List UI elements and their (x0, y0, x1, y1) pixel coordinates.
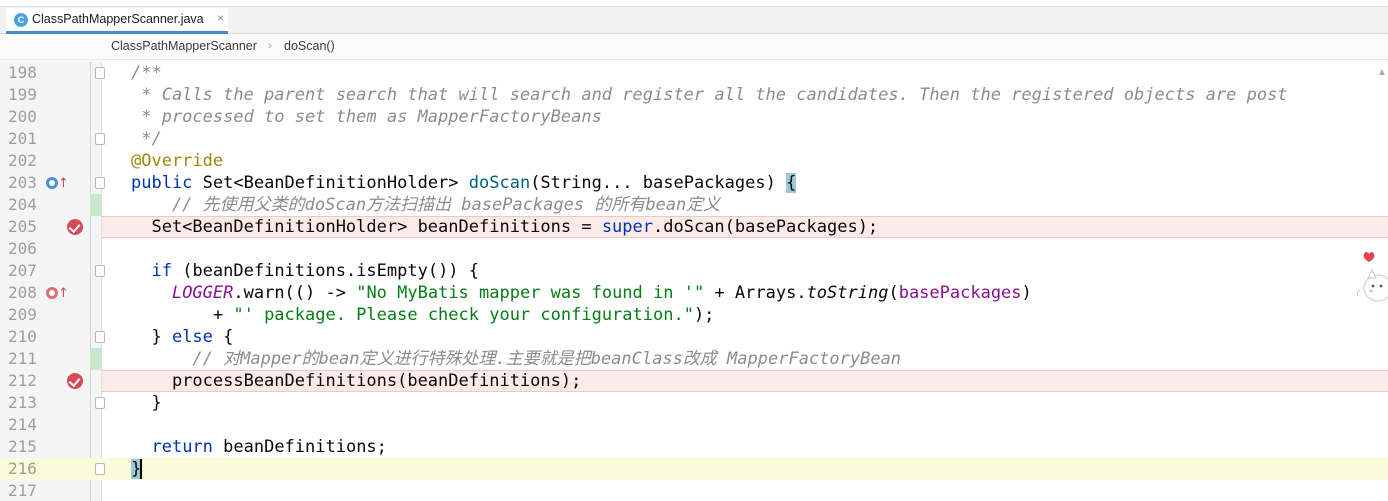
text-caret (140, 459, 143, 479)
code-text: */ (131, 129, 162, 149)
line-number: 202 (8, 151, 37, 170)
tab-label: ClassPathMapperScanner.java (32, 12, 204, 26)
implemented-icon[interactable] (46, 287, 58, 299)
close-tab-icon[interactable]: × (217, 7, 224, 30)
breadcrumb-class[interactable]: ClassPathMapperScanner (111, 34, 257, 59)
line-number: 198 (8, 63, 37, 82)
vcs-added-marker[interactable] (90, 194, 101, 216)
code-text: @Override (131, 151, 224, 171)
breakpoint-check (68, 374, 81, 388)
code-text: } else { (131, 327, 234, 347)
code-line: 211 // 对Mapper的bean定义进行特殊处理.主要就是把beanCla… (0, 348, 1388, 370)
cat-mascot-icon (1356, 252, 1388, 302)
override-icon[interactable] (46, 177, 58, 189)
line-number: 201 (8, 129, 37, 148)
code-line: 214 (0, 414, 1388, 436)
code-line: 213 } (0, 392, 1388, 414)
line-number: 214 (8, 415, 37, 434)
code-line: 199 * Calls the parent search that will … (0, 84, 1388, 106)
line-number: 209 (8, 305, 37, 324)
breadcrumb-method[interactable]: doScan() (284, 34, 335, 59)
line-number: 215 (8, 437, 37, 456)
code-line: 206 (0, 238, 1388, 260)
code-text: /** (131, 63, 162, 83)
window-top-strip (0, 0, 1388, 7)
line-number: 216 (8, 459, 37, 478)
code-line: 208 ↑ LOGGER.warn(() -> "No MyBatis mapp… (0, 282, 1388, 304)
code-line: 215 return beanDefinitions; (0, 436, 1388, 458)
line-number: 212 (8, 371, 37, 390)
code-line: 210 } else { (0, 326, 1388, 348)
fold-icon[interactable] (95, 265, 105, 277)
line-number: 211 (8, 349, 37, 368)
code-line: 198 /** (0, 62, 1388, 84)
code-text: Set<BeanDefinitionHolder> beanDefinition… (131, 217, 879, 237)
fold-icon[interactable] (95, 133, 105, 145)
breakpoint-icon[interactable] (67, 219, 83, 235)
current-line-highlight (102, 458, 1388, 480)
code-line: 209 + "' package. Please check your conf… (0, 304, 1388, 326)
warning-triangle-icon[interactable]: ▲ (1377, 67, 1387, 78)
line-number: 208 (8, 283, 37, 302)
code-line: 217 (0, 480, 1388, 501)
fold-icon[interactable] (95, 463, 105, 475)
fold-icon[interactable] (95, 397, 105, 409)
code-text: // 对Mapper的bean定义进行特殊处理.主要就是把beanClass改成… (131, 349, 902, 369)
fold-icon[interactable] (95, 177, 105, 189)
line-number: 217 (8, 481, 37, 500)
vcs-added-marker[interactable] (90, 348, 101, 370)
implemented-arrow-icon: ↑ (58, 286, 69, 301)
code-text: } (131, 459, 143, 479)
code-line: 200 * processed to set them as MapperFac… (0, 106, 1388, 128)
line-number: 204 (8, 195, 37, 214)
code-text: * Calls the parent search that will sear… (131, 85, 1288, 105)
code-text: LOGGER.warn(() -> "No MyBatis mapper was… (171, 283, 1032, 303)
line-number: 199 (8, 85, 37, 104)
line-number: 206 (8, 239, 37, 258)
line-number: 200 (8, 107, 37, 126)
fold-icon[interactable] (95, 331, 105, 343)
class-file-icon: C (14, 13, 28, 27)
code-text: * processed to set them as MapperFactory… (131, 107, 602, 127)
code-text: public Set<BeanDefinitionHolder> doScan(… (131, 173, 797, 193)
override-icon-dot (49, 180, 55, 186)
breakpoint-check (68, 220, 81, 234)
line-number: 213 (8, 393, 37, 412)
code-text: processBeanDefinitions(beanDefinitions); (131, 371, 582, 391)
breadcrumb: ClassPathMapperScanner › doScan() (0, 34, 1388, 60)
code-text: + "' package. Please check your configur… (131, 305, 715, 325)
code-line-current: 216 } (0, 458, 1388, 480)
code-text: if (beanDefinitions.isEmpty()) { (151, 261, 480, 281)
fold-icon[interactable] (95, 67, 105, 79)
code-line: 203 ↑ public Set<BeanDefinitionHolder> d… (0, 172, 1388, 194)
code-line-breakpoint: 212 processBeanDefinitions(beanDefinitio… (0, 370, 1388, 392)
line-number: 203 (8, 173, 37, 192)
implemented-icon-dot (49, 290, 55, 296)
breadcrumb-separator: › (268, 40, 272, 52)
editor-tab-bar: C ClassPathMapperScanner.java × (0, 0, 1388, 34)
line-number: 207 (8, 261, 37, 280)
code-line-breakpoint: 205 Set<BeanDefinitionHolder> beanDefini… (0, 216, 1388, 238)
line-number: 210 (8, 327, 37, 346)
code-line: 202 @Override (0, 150, 1388, 172)
code-line: 204 // 先使用父类的doScan方法扫描出 basePackages 的所… (0, 194, 1388, 216)
override-arrow-icon: ↑ (58, 176, 69, 191)
code-line: 201 */ (0, 128, 1388, 150)
code-line: 207 if (beanDefinitions.isEmpty()) { (0, 260, 1388, 282)
tab-classpathmapperscanner[interactable]: C ClassPathMapperScanner.java × (6, 8, 228, 34)
breakpoint-icon[interactable] (67, 373, 83, 389)
code-text: // 先使用父类的doScan方法扫描出 basePackages 的所有bea… (131, 195, 721, 215)
code-text: return beanDefinitions; (151, 437, 387, 457)
code-editor[interactable]: 198 /** 199 * Calls the parent search th… (0, 62, 1388, 501)
line-number: 205 (8, 217, 37, 236)
code-text: } (131, 393, 162, 413)
